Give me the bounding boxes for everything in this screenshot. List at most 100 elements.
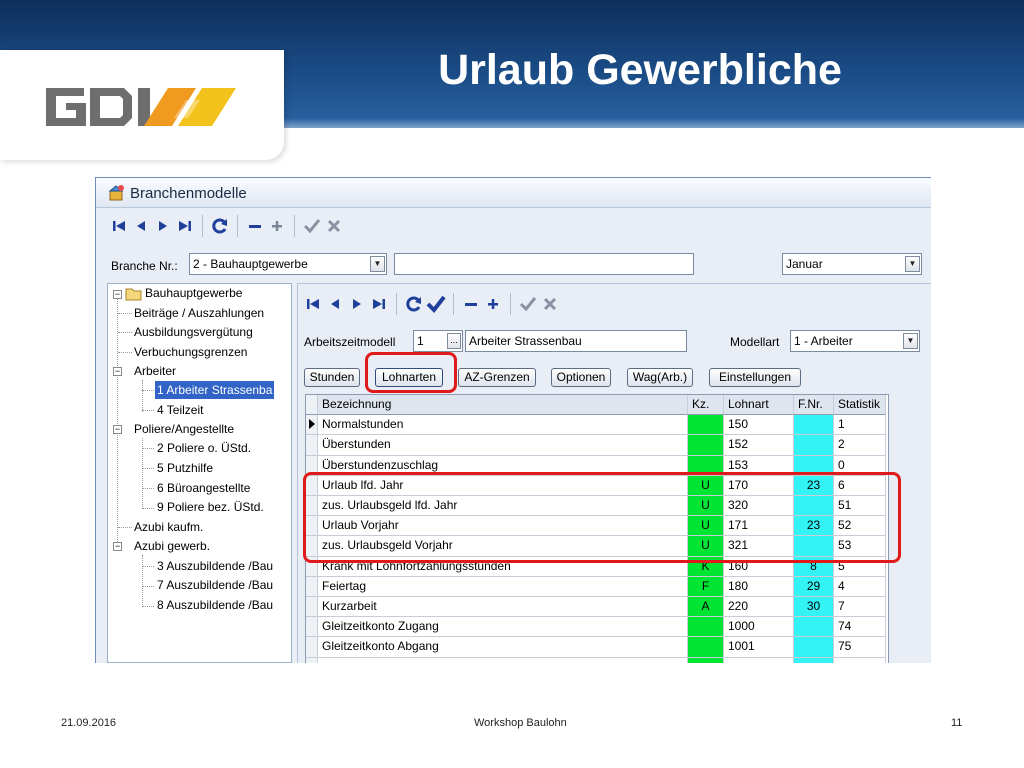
optionen-button[interactable]: Optionen: [551, 368, 611, 387]
check-icon[interactable]: [301, 215, 323, 237]
cell-bezeichnung[interactable]: [318, 657, 688, 663]
minus-icon[interactable]: [460, 293, 482, 315]
cell-statistik[interactable]: 7: [834, 597, 886, 618]
tree-item[interactable]: 2 Poliere o. ÜStd.: [157, 439, 251, 457]
cell-kz[interactable]: [688, 657, 724, 663]
plus-icon[interactable]: [266, 215, 288, 237]
next-record-icon[interactable]: [346, 293, 368, 315]
cell-kz[interactable]: A: [688, 597, 724, 618]
next-record-icon[interactable]: [152, 215, 174, 237]
cell-kz[interactable]: [688, 415, 724, 436]
cell-lohnart[interactable]: 180: [724, 576, 794, 597]
cell-bezeichnung[interactable]: Gleitzeitkonto Abgang: [318, 637, 688, 658]
table-row[interactable]: Feiertag F 180 29 4: [306, 576, 888, 597]
check-icon[interactable]: [517, 293, 539, 315]
branche-description-field[interactable]: [394, 253, 694, 275]
cell-fnr[interactable]: [794, 435, 834, 456]
cell-statistik[interactable]: 1: [834, 415, 886, 436]
tree-item-selected[interactable]: 1 Arbeiter Strassenba: [155, 381, 275, 399]
month-select[interactable]: Januar ▼: [782, 253, 922, 275]
cell-statistik[interactable]: 74: [834, 617, 886, 638]
wag-arb-button[interactable]: Wag(Arb.): [627, 368, 693, 387]
tree-item[interactable]: Azubi gewerb.: [134, 537, 210, 555]
cell-fnr[interactable]: 29: [794, 576, 834, 597]
cell-statistik[interactable]: [834, 657, 886, 663]
collapse-icon[interactable]: −: [113, 542, 122, 551]
cell-lohnart[interactable]: 150: [724, 415, 794, 436]
cell-fnr[interactable]: [794, 637, 834, 658]
cell-bezeichnung[interactable]: Normalstunden: [318, 415, 688, 436]
branche-select[interactable]: 2 - Bauhauptgewerbe ▼: [189, 253, 387, 275]
table-row[interactable]: Gleitzeitkonto Zugang 1000 74: [306, 617, 888, 638]
current-row-indicator-icon[interactable]: [306, 415, 318, 436]
header-kz[interactable]: Kz.: [688, 395, 724, 416]
cell-kz[interactable]: [688, 637, 724, 658]
collapse-icon[interactable]: −: [113, 425, 122, 434]
tree-root[interactable]: Bauhauptgewerbe: [145, 284, 242, 302]
cell-bezeichnung[interactable]: Kurzarbeit: [318, 597, 688, 618]
tree-item[interactable]: 4 Teilzeit: [157, 401, 203, 419]
cell-bezeichnung[interactable]: Gleitzeitkonto Zugang: [318, 617, 688, 638]
cell-statistik[interactable]: 4: [834, 576, 886, 597]
einstellungen-button[interactable]: Einstellungen: [709, 368, 801, 387]
cell-kz[interactable]: [688, 617, 724, 638]
cell-fnr[interactable]: [794, 617, 834, 638]
cell-lohnart[interactable]: [724, 657, 794, 663]
cell-fnr[interactable]: [794, 415, 834, 436]
row-indicator[interactable]: [306, 435, 318, 456]
cell-lohnart[interactable]: 220: [724, 597, 794, 618]
tree-item[interactable]: Azubi kaufm.: [134, 518, 203, 536]
tree-item[interactable]: 6 Büroangestellte: [157, 479, 250, 497]
collapse-icon[interactable]: −: [113, 290, 122, 299]
table-row[interactable]: Gleitzeitkonto Abgang 1001 75: [306, 637, 888, 658]
dropdown-arrow-icon[interactable]: ▼: [905, 256, 920, 272]
row-indicator[interactable]: [306, 657, 318, 663]
az-name-field[interactable]: Arbeiter Strassenbau: [465, 330, 687, 352]
cell-bezeichnung[interactable]: Überstunden: [318, 435, 688, 456]
tree-item[interactable]: Poliere/Angestellte: [134, 420, 234, 438]
cell-fnr[interactable]: [794, 657, 834, 663]
row-indicator[interactable]: [306, 576, 318, 597]
cell-fnr[interactable]: 30: [794, 597, 834, 618]
first-record-icon[interactable]: [108, 215, 130, 237]
prev-record-icon[interactable]: [324, 293, 346, 315]
tree-item[interactable]: 8 Auszubildende /Bau: [157, 596, 273, 614]
cell-statistik[interactable]: 2: [834, 435, 886, 456]
row-indicator[interactable]: [306, 597, 318, 618]
last-record-icon[interactable]: [174, 215, 196, 237]
dropdown-arrow-icon[interactable]: ▼: [903, 333, 918, 349]
minus-icon[interactable]: [244, 215, 266, 237]
cell-kz[interactable]: [688, 435, 724, 456]
tree-item[interactable]: 3 Auszubildende /Bau: [157, 557, 273, 575]
collapse-icon[interactable]: −: [113, 367, 122, 376]
cell-lohnart[interactable]: 152: [724, 435, 794, 456]
cell-lohnart[interactable]: 1001: [724, 637, 794, 658]
cell-bezeichnung[interactable]: Feiertag: [318, 576, 688, 597]
refresh-icon[interactable]: [209, 215, 231, 237]
dropdown-arrow-icon[interactable]: ▼: [370, 256, 385, 272]
cancel-icon[interactable]: [539, 293, 561, 315]
cell-lohnart[interactable]: 1000: [724, 617, 794, 638]
stunden-button[interactable]: Stunden: [304, 368, 360, 387]
cell-statistik[interactable]: 75: [834, 637, 886, 658]
table-row[interactable]: Überstunden 152 2: [306, 435, 888, 456]
tree-item[interactable]: 5 Putzhilfe: [157, 459, 213, 477]
header-statistik[interactable]: Statistik: [834, 395, 886, 416]
cell-kz[interactable]: F: [688, 576, 724, 597]
table-row[interactable]: Kurzarbeit A 220 30 7: [306, 597, 888, 618]
plus-icon[interactable]: [482, 293, 504, 315]
cancel-icon[interactable]: [323, 215, 345, 237]
modellart-select[interactable]: 1 - Arbeiter ▼: [790, 330, 920, 352]
header-bezeichnung[interactable]: Bezeichnung: [318, 395, 688, 416]
table-row[interactable]: Normalstunden 150 1: [306, 415, 888, 436]
tree-item[interactable]: Ausbildungsvergütung: [134, 323, 253, 341]
tree-item[interactable]: Verbuchungsgrenzen: [134, 343, 247, 361]
az-lookup-button[interactable]: ...: [447, 333, 461, 349]
prev-record-icon[interactable]: [130, 215, 152, 237]
last-record-icon[interactable]: [368, 293, 390, 315]
az-grenzen-button[interactable]: AZ-Grenzen: [458, 368, 536, 387]
row-indicator[interactable]: [306, 617, 318, 638]
save-check-icon[interactable]: [425, 293, 447, 315]
row-indicator[interactable]: [306, 637, 318, 658]
refresh-icon[interactable]: [403, 293, 425, 315]
